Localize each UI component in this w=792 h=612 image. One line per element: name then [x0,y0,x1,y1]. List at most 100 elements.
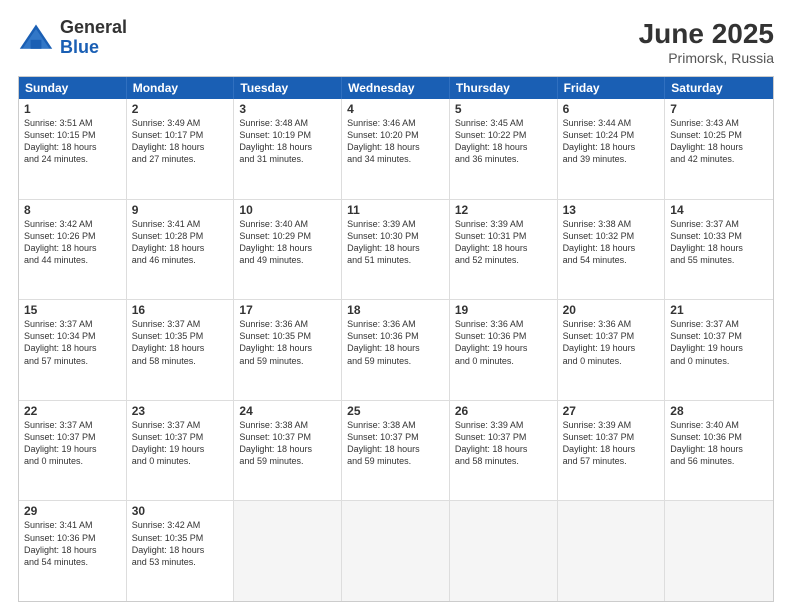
day-number: 1 [24,102,121,116]
day-number: 16 [132,303,229,317]
calendar-body: 1Sunrise: 3:51 AM Sunset: 10:15 PM Dayli… [19,99,773,601]
cell-info: Sunrise: 3:49 AM Sunset: 10:17 PM Daylig… [132,117,229,166]
day-number: 12 [455,203,552,217]
day-number: 27 [563,404,660,418]
cell-info: Sunrise: 3:44 AM Sunset: 10:24 PM Daylig… [563,117,660,166]
calendar-cell: 4Sunrise: 3:46 AM Sunset: 10:20 PM Dayli… [342,99,450,199]
calendar-cell: 25Sunrise: 3:38 AM Sunset: 10:37 PM Dayl… [342,401,450,501]
day-number: 17 [239,303,336,317]
day-number: 3 [239,102,336,116]
day-number: 25 [347,404,444,418]
header-friday: Friday [558,77,666,99]
calendar-cell [450,501,558,601]
day-number: 26 [455,404,552,418]
location: Primorsk, Russia [639,50,774,66]
logo-icon [18,20,54,56]
cell-info: Sunrise: 3:46 AM Sunset: 10:20 PM Daylig… [347,117,444,166]
cell-info: Sunrise: 3:41 AM Sunset: 10:36 PM Daylig… [24,519,121,568]
cell-info: Sunrise: 3:39 AM Sunset: 10:31 PM Daylig… [455,218,552,267]
logo-text: General Blue [60,18,127,58]
calendar-cell: 12Sunrise: 3:39 AM Sunset: 10:31 PM Dayl… [450,200,558,300]
day-number: 23 [132,404,229,418]
cell-info: Sunrise: 3:40 AM Sunset: 10:36 PM Daylig… [670,419,768,468]
calendar-cell: 11Sunrise: 3:39 AM Sunset: 10:30 PM Dayl… [342,200,450,300]
calendar-cell: 16Sunrise: 3:37 AM Sunset: 10:35 PM Dayl… [127,300,235,400]
day-number: 9 [132,203,229,217]
week-row-4: 22Sunrise: 3:37 AM Sunset: 10:37 PM Dayl… [19,400,773,501]
title-block: June 2025 Primorsk, Russia [639,18,774,66]
day-number: 11 [347,203,444,217]
week-row-2: 8Sunrise: 3:42 AM Sunset: 10:26 PM Dayli… [19,199,773,300]
day-number: 2 [132,102,229,116]
page: General Blue June 2025 Primorsk, Russia … [0,0,792,612]
logo: General Blue [18,18,127,58]
cell-info: Sunrise: 3:36 AM Sunset: 10:36 PM Daylig… [347,318,444,367]
day-number: 7 [670,102,768,116]
week-row-1: 1Sunrise: 3:51 AM Sunset: 10:15 PM Dayli… [19,99,773,199]
calendar-cell: 14Sunrise: 3:37 AM Sunset: 10:33 PM Dayl… [665,200,773,300]
calendar-cell: 21Sunrise: 3:37 AM Sunset: 10:37 PM Dayl… [665,300,773,400]
day-number: 20 [563,303,660,317]
cell-info: Sunrise: 3:38 AM Sunset: 10:32 PM Daylig… [563,218,660,267]
calendar-cell: 6Sunrise: 3:44 AM Sunset: 10:24 PM Dayli… [558,99,666,199]
logo-blue: Blue [60,37,99,57]
cell-info: Sunrise: 3:42 AM Sunset: 10:35 PM Daylig… [132,519,229,568]
cell-info: Sunrise: 3:38 AM Sunset: 10:37 PM Daylig… [347,419,444,468]
month-title: June 2025 [639,18,774,50]
header-sunday: Sunday [19,77,127,99]
day-number: 30 [132,504,229,518]
cell-info: Sunrise: 3:36 AM Sunset: 10:35 PM Daylig… [239,318,336,367]
header-saturday: Saturday [665,77,773,99]
calendar-cell: 5Sunrise: 3:45 AM Sunset: 10:22 PM Dayli… [450,99,558,199]
week-row-3: 15Sunrise: 3:37 AM Sunset: 10:34 PM Dayl… [19,299,773,400]
calendar-cell: 27Sunrise: 3:39 AM Sunset: 10:37 PM Dayl… [558,401,666,501]
calendar-cell: 29Sunrise: 3:41 AM Sunset: 10:36 PM Dayl… [19,501,127,601]
cell-info: Sunrise: 3:51 AM Sunset: 10:15 PM Daylig… [24,117,121,166]
week-row-5: 29Sunrise: 3:41 AM Sunset: 10:36 PM Dayl… [19,500,773,601]
calendar-cell: 9Sunrise: 3:41 AM Sunset: 10:28 PM Dayli… [127,200,235,300]
calendar-cell: 7Sunrise: 3:43 AM Sunset: 10:25 PM Dayli… [665,99,773,199]
calendar-cell [234,501,342,601]
calendar-cell: 10Sunrise: 3:40 AM Sunset: 10:29 PM Dayl… [234,200,342,300]
calendar-cell: 1Sunrise: 3:51 AM Sunset: 10:15 PM Dayli… [19,99,127,199]
day-number: 22 [24,404,121,418]
cell-info: Sunrise: 3:37 AM Sunset: 10:33 PM Daylig… [670,218,768,267]
cell-info: Sunrise: 3:39 AM Sunset: 10:37 PM Daylig… [563,419,660,468]
header-tuesday: Tuesday [234,77,342,99]
day-number: 14 [670,203,768,217]
calendar-cell: 22Sunrise: 3:37 AM Sunset: 10:37 PM Dayl… [19,401,127,501]
cell-info: Sunrise: 3:37 AM Sunset: 10:37 PM Daylig… [670,318,768,367]
calendar-cell: 30Sunrise: 3:42 AM Sunset: 10:35 PM Dayl… [127,501,235,601]
day-number: 28 [670,404,768,418]
cell-info: Sunrise: 3:37 AM Sunset: 10:35 PM Daylig… [132,318,229,367]
cell-info: Sunrise: 3:43 AM Sunset: 10:25 PM Daylig… [670,117,768,166]
calendar-cell: 28Sunrise: 3:40 AM Sunset: 10:36 PM Dayl… [665,401,773,501]
header-wednesday: Wednesday [342,77,450,99]
day-number: 6 [563,102,660,116]
calendar: Sunday Monday Tuesday Wednesday Thursday… [18,76,774,602]
calendar-cell [342,501,450,601]
cell-info: Sunrise: 3:39 AM Sunset: 10:30 PM Daylig… [347,218,444,267]
calendar-cell: 18Sunrise: 3:36 AM Sunset: 10:36 PM Dayl… [342,300,450,400]
header-monday: Monday [127,77,235,99]
calendar-cell: 24Sunrise: 3:38 AM Sunset: 10:37 PM Dayl… [234,401,342,501]
day-number: 10 [239,203,336,217]
calendar-cell: 2Sunrise: 3:49 AM Sunset: 10:17 PM Dayli… [127,99,235,199]
day-number: 15 [24,303,121,317]
cell-info: Sunrise: 3:45 AM Sunset: 10:22 PM Daylig… [455,117,552,166]
day-number: 4 [347,102,444,116]
day-number: 24 [239,404,336,418]
cell-info: Sunrise: 3:37 AM Sunset: 10:34 PM Daylig… [24,318,121,367]
calendar-cell: 23Sunrise: 3:37 AM Sunset: 10:37 PM Dayl… [127,401,235,501]
day-number: 18 [347,303,444,317]
calendar-cell: 20Sunrise: 3:36 AM Sunset: 10:37 PM Dayl… [558,300,666,400]
cell-info: Sunrise: 3:36 AM Sunset: 10:36 PM Daylig… [455,318,552,367]
cell-info: Sunrise: 3:41 AM Sunset: 10:28 PM Daylig… [132,218,229,267]
calendar-cell: 19Sunrise: 3:36 AM Sunset: 10:36 PM Dayl… [450,300,558,400]
calendar-header: Sunday Monday Tuesday Wednesday Thursday… [19,77,773,99]
calendar-cell: 15Sunrise: 3:37 AM Sunset: 10:34 PM Dayl… [19,300,127,400]
day-number: 13 [563,203,660,217]
cell-info: Sunrise: 3:38 AM Sunset: 10:37 PM Daylig… [239,419,336,468]
cell-info: Sunrise: 3:36 AM Sunset: 10:37 PM Daylig… [563,318,660,367]
cell-info: Sunrise: 3:37 AM Sunset: 10:37 PM Daylig… [24,419,121,468]
